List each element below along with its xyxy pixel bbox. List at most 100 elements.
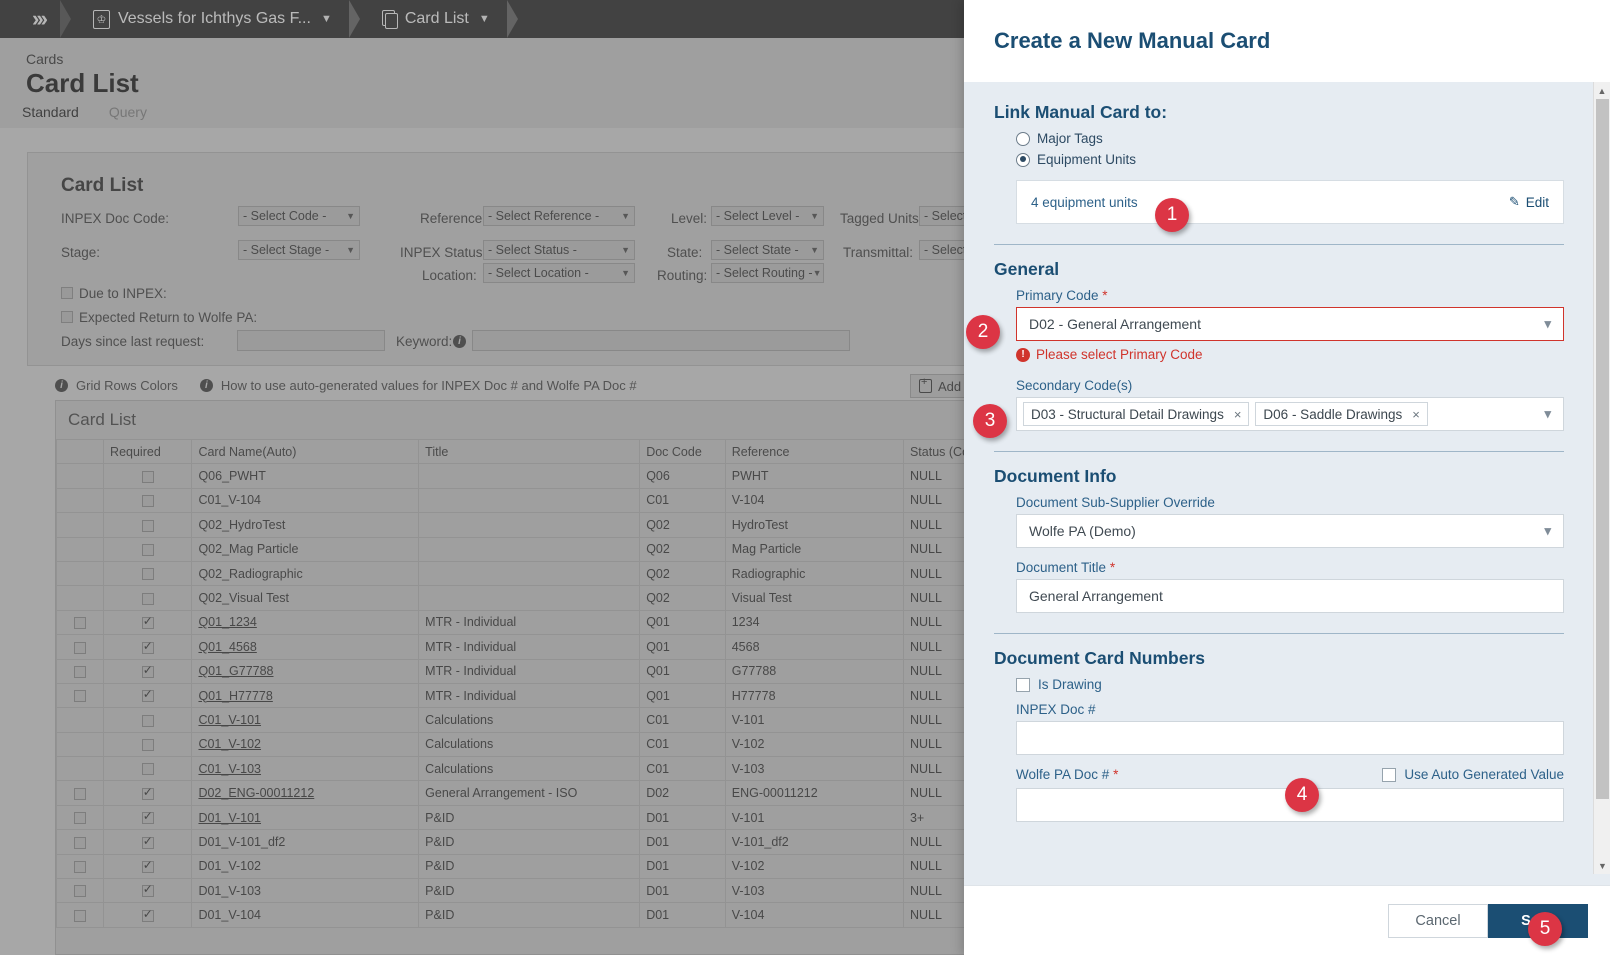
info-icon-grid-colors[interactable]: i — [55, 379, 68, 392]
row-select-checkbox[interactable] — [74, 641, 87, 654]
radio-option-equipment-units[interactable]: Equipment Units — [1016, 152, 1564, 167]
row-select-cell[interactable] — [56, 463, 105, 489]
required-checkbox[interactable] — [141, 639, 154, 654]
row-select-cell[interactable] — [56, 756, 105, 782]
main-menu-button[interactable]: ››› — [0, 0, 61, 38]
required-cell[interactable] — [103, 731, 193, 758]
row-select-checkbox[interactable] — [74, 836, 87, 849]
required-cell[interactable] — [103, 878, 193, 904]
row-select-cell[interactable] — [56, 487, 105, 514]
edit-equipment-units-button[interactable]: ✎ Edit — [1509, 194, 1549, 210]
required-cell[interactable] — [103, 536, 193, 562]
required-checkbox[interactable] — [141, 614, 154, 630]
required-checkbox[interactable] — [141, 663, 154, 678]
row-select-cell[interactable] — [56, 902, 105, 928]
card-name-cell[interactable]: C01_V-102 — [191, 731, 420, 758]
row-select-cell[interactable] — [56, 634, 105, 660]
chevron-down-icon-2[interactable]: ▼ — [479, 13, 490, 25]
card-name-cell[interactable]: D02_ENG-00011212 — [191, 780, 420, 806]
row-select-cell[interactable] — [56, 585, 105, 611]
remove-chip-icon[interactable]: × — [1234, 407, 1242, 422]
required-checkbox[interactable] — [141, 687, 154, 703]
card-name-link[interactable]: C01_V-102 — [198, 737, 261, 751]
link-auto-generated-help[interactable]: How to use auto-generated values for INP… — [221, 378, 637, 393]
input-keyword[interactable] — [472, 330, 850, 351]
radio-major-tags-icon[interactable] — [1016, 131, 1030, 146]
scroll-down-arrow-icon[interactable]: ▼ — [1594, 857, 1610, 874]
info-icon-auto-values[interactable]: i — [199, 379, 213, 392]
row-select-checkbox[interactable] — [74, 909, 87, 922]
required-checkbox[interactable] — [141, 907, 154, 922]
panel-scrollbar[interactable]: ▲ ▼ — [1593, 82, 1610, 874]
select-routing[interactable]: - Select Routing - ▼ — [711, 263, 824, 283]
row-select-checkbox[interactable] — [74, 885, 87, 898]
scrollbar-thumb[interactable] — [1596, 99, 1609, 799]
select-level[interactable]: - Select Level - ▼ — [711, 206, 824, 226]
required-cell[interactable] — [103, 804, 193, 831]
required-cell[interactable] — [103, 829, 193, 855]
required-checkbox[interactable] — [141, 858, 154, 874]
required-cell[interactable] — [103, 756, 193, 782]
card-name-cell[interactable]: C01_V-101 — [191, 707, 420, 733]
required-cell[interactable] — [103, 707, 193, 733]
required-cell[interactable] — [103, 609, 193, 636]
is-drawing-row[interactable]: Is Drawing — [1016, 677, 1564, 692]
row-select-cell[interactable] — [56, 707, 105, 733]
required-checkbox[interactable] — [141, 763, 154, 776]
required-checkbox[interactable] — [141, 714, 154, 727]
required-cell[interactable] — [103, 634, 193, 660]
row-select-cell[interactable] — [56, 804, 105, 831]
card-name-link[interactable]: D01_V-101 — [198, 811, 261, 825]
row-select-cell[interactable] — [56, 560, 105, 587]
required-cell[interactable] — [103, 585, 193, 611]
row-select-checkbox[interactable] — [74, 690, 87, 703]
row-select-cell[interactable] — [56, 682, 105, 709]
required-cell[interactable] — [103, 682, 193, 709]
select-inpex-doc-code[interactable]: - Select Code - ▼ — [238, 206, 360, 226]
required-checkbox[interactable] — [141, 543, 154, 556]
is-drawing-checkbox[interactable] — [1016, 677, 1030, 692]
required-checkbox[interactable] — [141, 739, 154, 752]
table-header-cell[interactable] — [56, 438, 105, 465]
row-select-cell[interactable] — [56, 731, 105, 758]
required-cell[interactable] — [103, 560, 193, 587]
secondary-code-chip[interactable]: D03 - Structural Detail Drawings × — [1023, 402, 1250, 426]
required-cell[interactable] — [103, 487, 193, 514]
select-reference[interactable]: - Select Reference - ▼ — [483, 206, 635, 226]
select-stage[interactable]: - Select Stage - ▼ — [238, 240, 360, 260]
row-select-cell[interactable] — [56, 829, 105, 855]
card-name-link[interactable]: Q01_H77778 — [198, 689, 272, 703]
card-name-link[interactable]: C01_V-103 — [198, 762, 261, 776]
row-select-checkbox[interactable] — [74, 617, 87, 630]
tab-query[interactable]: Query — [109, 104, 147, 131]
input-days-since-last-request[interactable] — [237, 330, 385, 351]
row-select-cell[interactable] — [56, 780, 105, 806]
required-cell[interactable] — [103, 853, 193, 880]
required-checkbox[interactable] — [141, 834, 154, 849]
row-select-cell[interactable] — [56, 878, 105, 904]
scroll-up-arrow-icon[interactable]: ▲ — [1594, 82, 1610, 99]
required-checkbox[interactable] — [141, 592, 154, 605]
card-name-cell[interactable]: D01_V-101 — [191, 804, 420, 831]
equipment-units-count-link[interactable]: 4 equipment units — [1031, 195, 1138, 210]
row-select-cell[interactable] — [56, 512, 105, 538]
table-header-cell[interactable]: Reference — [724, 438, 904, 465]
card-name-cell[interactable]: C01_V-103 — [191, 756, 420, 782]
table-header-cell[interactable]: Required — [103, 438, 193, 465]
row-select-checkbox[interactable] — [74, 787, 87, 800]
table-header-cell[interactable]: Title — [418, 438, 641, 465]
select-location[interactable]: - Select Location - ▼ — [483, 263, 635, 283]
row-select-cell[interactable] — [56, 536, 105, 562]
required-cell[interactable] — [103, 902, 193, 928]
required-checkbox[interactable] — [141, 495, 154, 508]
breadcrumb-card-list[interactable]: Card List ▼ — [360, 0, 508, 38]
required-checkbox[interactable] — [141, 568, 154, 581]
card-name-link[interactable]: Q01_4568 — [198, 640, 256, 654]
secondary-code-chip[interactable]: D06 - Saddle Drawings × — [1255, 402, 1428, 426]
card-name-link[interactable]: Q01_1234 — [198, 615, 256, 629]
tab-standard[interactable]: Standard — [22, 104, 79, 131]
sub-supplier-select[interactable]: Wolfe PA (Demo) ▾ — [1016, 514, 1564, 548]
required-checkbox[interactable] — [141, 785, 154, 800]
row-select-checkbox[interactable] — [74, 861, 87, 874]
use-auto-generated-checkbox[interactable] — [1382, 767, 1397, 782]
